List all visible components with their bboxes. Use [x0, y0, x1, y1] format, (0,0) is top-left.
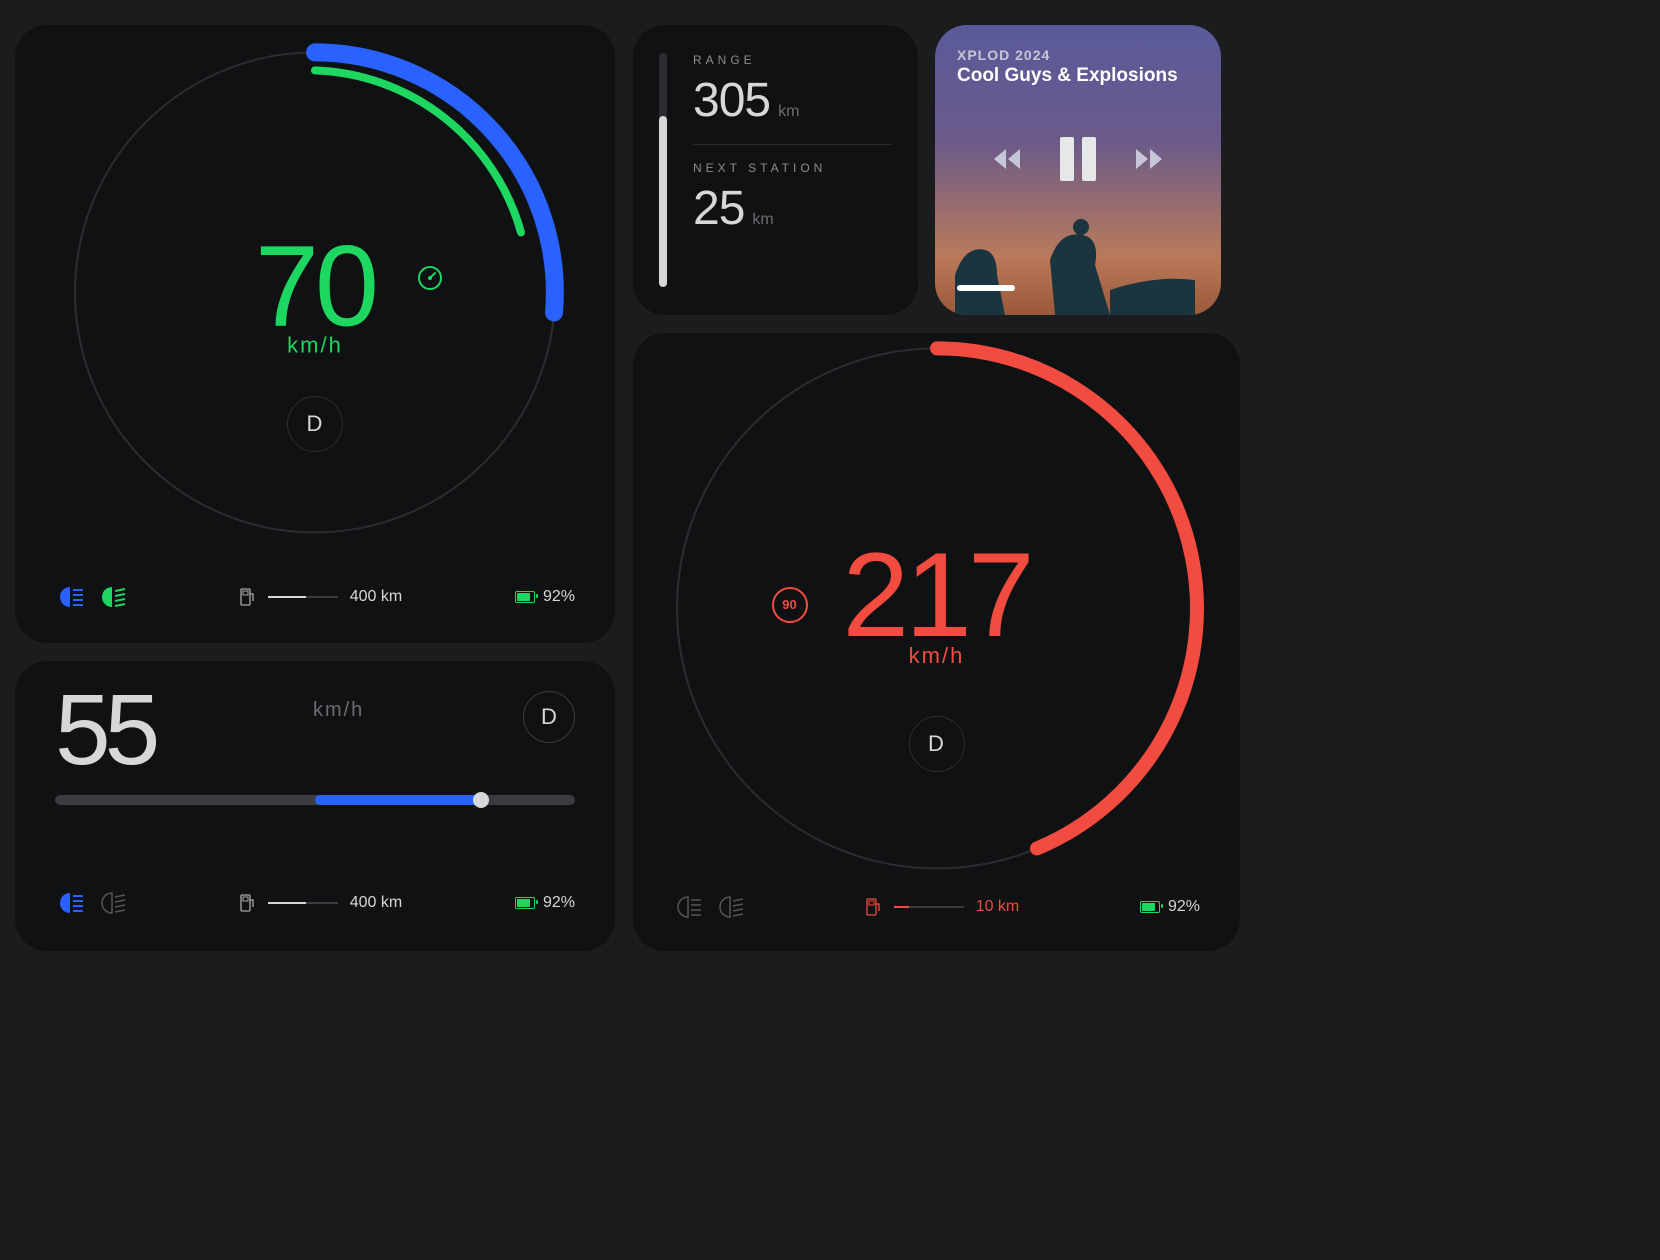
speed-bar-track	[55, 795, 575, 805]
speedometer-red-card: 90 217 km/h D 10 km 92%	[633, 333, 1240, 951]
range-label: RANGE	[693, 53, 892, 67]
speed-bar-fill	[315, 795, 481, 805]
low-beam-icon	[97, 585, 127, 609]
fuel-range-text: 400 km	[350, 894, 402, 912]
status-bar: 10 km 92%	[673, 889, 1200, 925]
light-indicators	[673, 895, 745, 919]
range-unit: km	[778, 103, 799, 120]
speed-limit-indicator: 90	[772, 587, 808, 623]
low-beam-icon	[715, 895, 745, 919]
light-indicators	[55, 891, 127, 915]
range-card: RANGE 305 km NEXT STATION 25 km	[633, 25, 918, 315]
gear-indicator: D	[287, 396, 343, 452]
range-value: 305	[693, 74, 770, 127]
speed-bar-thumb	[473, 792, 489, 808]
next-station-value: 25	[693, 182, 744, 235]
fuel-pump-icon	[240, 894, 256, 912]
low-beam-icon	[97, 891, 127, 915]
range-vertical-bar	[659, 53, 667, 287]
previous-track-button[interactable]	[994, 147, 1022, 171]
battery-icon	[515, 897, 535, 909]
fuel-pump-icon	[866, 898, 882, 916]
battery-indicator: 92%	[515, 894, 575, 912]
battery-pct: 92%	[1168, 898, 1200, 916]
speed-readout: 70 km/h	[255, 235, 375, 359]
album-art	[935, 205, 1221, 315]
fuel-pump-icon	[240, 588, 256, 606]
status-bar: 400 km 92%	[55, 579, 575, 615]
gear-indicator: D	[523, 691, 575, 743]
battery-indicator: 92%	[515, 588, 575, 606]
range-vertical-bar-fill	[659, 116, 667, 287]
media-player-card: XPLOD 2024 Cool Guys & Explosions	[935, 25, 1221, 315]
speed-value: 55	[55, 685, 154, 775]
fuel-range-indicator: 400 km	[240, 588, 402, 606]
pause-button[interactable]	[1060, 137, 1096, 181]
next-track-button[interactable]	[1134, 147, 1162, 171]
speedometer-green-card: 70 km/h D 400 km 92%	[15, 25, 615, 643]
speed-readout: 217 km/h	[842, 541, 1030, 669]
speed-value: 217	[842, 541, 1030, 649]
fuel-range-text: 400 km	[350, 588, 402, 606]
high-beam-icon	[55, 585, 85, 609]
fuel-range-indicator: 400 km	[240, 894, 402, 912]
next-station-unit: km	[752, 211, 773, 228]
next-station-label: NEXT STATION	[693, 161, 892, 175]
cruise-control-icon	[415, 263, 445, 293]
speedometer-bar-card: 55 km/h D 400 km 92%	[15, 661, 615, 951]
gear-indicator: D	[909, 716, 965, 772]
media-artist: XPLOD 2024	[957, 47, 1199, 63]
high-beam-icon	[673, 895, 703, 919]
high-beam-icon	[55, 891, 85, 915]
fuel-range-text: 10 km	[976, 898, 1020, 916]
media-progress-bar[interactable]	[957, 285, 1015, 291]
light-indicators	[55, 585, 127, 609]
battery-pct: 92%	[543, 894, 575, 912]
battery-indicator: 92%	[1140, 898, 1200, 916]
speed-value: 70	[255, 235, 375, 339]
speed-unit: km/h	[313, 699, 364, 722]
fuel-range-indicator: 10 km	[866, 898, 1020, 916]
battery-icon	[1140, 901, 1160, 913]
status-bar: 400 km 92%	[55, 885, 575, 921]
battery-icon	[515, 591, 535, 603]
media-track-title: Cool Guys & Explosions	[957, 65, 1199, 87]
battery-pct: 92%	[543, 588, 575, 606]
